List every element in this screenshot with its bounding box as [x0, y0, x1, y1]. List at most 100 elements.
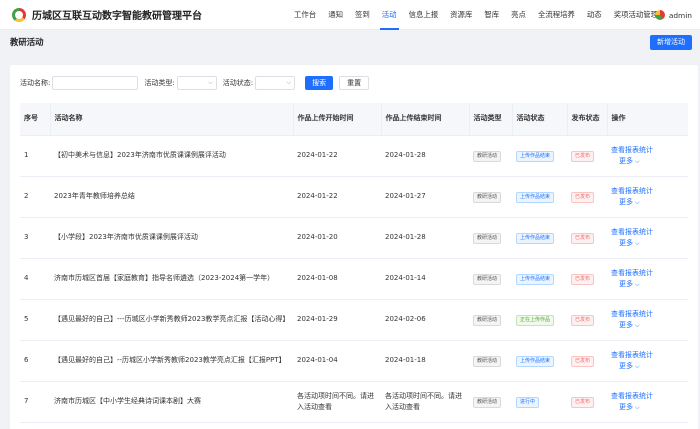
view-report-link[interactable]: 查看报表统计 — [611, 227, 684, 238]
activity-status-badge: 上传作品结束 — [516, 273, 555, 285]
activity-name-input[interactable] — [52, 76, 139, 90]
search-button[interactable]: 搜索 — [305, 76, 334, 90]
activity-status-badge: 正在上传作品 — [516, 314, 555, 326]
publish-status-cell: 已发布 — [567, 176, 607, 218]
upload-start-time: 2024-01-22 — [293, 176, 381, 218]
operations-cell: 查看报表统计 更多 ⌵ — [607, 258, 688, 300]
more-label: 更多 — [619, 197, 633, 206]
more-dropdown[interactable]: 更多 ⌵ — [619, 361, 684, 372]
more-dropdown[interactable]: 更多 ⌵ — [619, 279, 684, 290]
more-label: 更多 — [619, 402, 633, 411]
more-dropdown[interactable]: 更多 ⌵ — [619, 197, 684, 208]
upload-end-time: 2024-01-14 — [381, 258, 469, 300]
activity-status-select[interactable]: ⌵ — [255, 76, 296, 90]
activity-type-badge: 教研活动 — [473, 273, 502, 285]
more-label: 更多 — [619, 320, 633, 329]
activity-status-cell: 上传作品结束 — [512, 176, 567, 218]
more-dropdown[interactable]: 更多 ⌵ — [619, 238, 684, 249]
more-label: 更多 — [619, 238, 633, 247]
activity-status-cell: 上传作品结束 — [512, 135, 567, 177]
activity-name-label: 活动名称: — [20, 79, 51, 87]
view-report-link[interactable]: 查看报表统计 — [611, 186, 684, 197]
user-menu[interactable]: admin — [654, 0, 692, 30]
activity-type-badge: 教研活动 — [473, 396, 502, 408]
more-dropdown[interactable]: 更多 ⌵ — [619, 320, 684, 331]
main-nav: 工作台 通知 签到 活动 信息上报 资源库 智库 亮点 全流程培养 动态 奖项活… — [288, 0, 664, 30]
col-header: 序号 — [20, 103, 51, 136]
more-dropdown[interactable]: 更多 ⌵ — [619, 156, 684, 167]
col-header: 作品上传结束时间 — [381, 103, 470, 136]
upload-end-time: 各活动项时间不同。请进入活动查看 — [381, 381, 469, 423]
activity-name: 2023年青年教师培养总结 — [50, 176, 293, 218]
publish-status-badge: 已发布 — [571, 355, 595, 367]
publish-status-cell: 已发布 — [567, 135, 607, 177]
activity-status-cell: 上传作品结束 — [512, 340, 567, 382]
publish-status-badge: 已发布 — [571, 314, 595, 326]
upload-start-time: 2024-01-20 — [293, 217, 381, 259]
view-report-link[interactable]: 查看报表统计 — [611, 145, 684, 156]
activity-type-label: 活动类型: — [144, 79, 175, 87]
row-number: 7 — [20, 381, 50, 423]
nav-item-report[interactable]: 信息上报 — [403, 0, 445, 30]
activity-type-select[interactable]: ⌵ — [176, 76, 217, 90]
operations-cell: 查看报表统计 更多 ⌵ — [607, 299, 688, 341]
chevron-down-icon: ⌵ — [208, 79, 213, 86]
app-title: 历城区互联互动数字智能教研管理平台 — [32, 11, 202, 22]
activity-type-cell: 教研活动 — [469, 258, 512, 300]
publish-status-badge: 已发布 — [571, 191, 595, 203]
activity-status-cell: 正在上传作品 — [512, 299, 567, 341]
add-activity-button[interactable]: 新增活动 — [650, 35, 692, 50]
col-header: 活动类型 — [469, 103, 513, 136]
chevron-down-icon: ⌵ — [635, 157, 640, 165]
activity-type-badge: 教研活动 — [473, 355, 502, 367]
view-report-link[interactable]: 查看报表统计 — [611, 268, 684, 279]
table-row: 6 【遇见最好的自己】--历城区小学新秀教师2023教学亮点汇报【汇报PPT】 20… — [20, 340, 688, 382]
activity-type-cell: 教研活动 — [469, 135, 512, 177]
activity-status-badge: 上传作品结束 — [516, 150, 555, 162]
view-report-link[interactable]: 查看报表统计 — [611, 350, 684, 361]
view-report-link[interactable]: 查看报表统计 — [611, 391, 684, 402]
row-number: 2 — [20, 176, 50, 218]
operations-cell: 查看报表统计 更多 ⌵ — [607, 217, 688, 259]
nav-item-news[interactable]: 动态 — [581, 0, 608, 30]
nav-item-highlights[interactable]: 亮点 — [505, 0, 532, 30]
reset-button[interactable]: 重置 — [339, 76, 370, 90]
operations-cell: 查看报表统计 更多 ⌵ — [607, 340, 688, 382]
row-number: 1 — [20, 135, 50, 177]
platform-logo-icon — [12, 7, 26, 22]
nav-item-activity[interactable]: 活动 — [376, 0, 403, 30]
table-row: 5 【遇见最好的自己】---历城区小学新秀教师2023教学亮点汇报【活动心得】 20… — [20, 299, 688, 341]
upload-start-time: 各活动项时间不同。请进入活动查看 — [293, 381, 381, 423]
nav-item-notice[interactable]: 通知 — [322, 0, 349, 30]
top-navbar: 历城区互联互动数字智能教研管理平台 工作台 通知 签到 活动 信息上报 资源库 … — [0, 0, 700, 30]
nav-item-thinktank[interactable]: 智库 — [478, 0, 505, 30]
activity-name: 【遇见最好的自己】---历城区小学新秀教师2023教学亮点汇报【活动心得】 — [50, 299, 293, 341]
row-number: 5 — [20, 299, 50, 341]
upload-start-time: 2024-01-04 — [293, 340, 381, 382]
publish-status-cell: 已发布 — [567, 340, 607, 382]
activity-status-badge: 上传作品结束 — [516, 191, 555, 203]
col-header: 活动名称 — [50, 103, 294, 136]
nav-item-workbench[interactable]: 工作台 — [288, 0, 322, 30]
more-dropdown[interactable]: 更多 ⌵ — [619, 402, 684, 413]
activity-status-label: 活动状态: — [222, 79, 254, 87]
publish-status-cell: 已发布 — [567, 299, 607, 341]
upload-start-time: 2024-01-29 — [293, 299, 381, 341]
activity-type-cell: 教研活动 — [469, 340, 512, 382]
publish-status-cell: 已发布 — [567, 258, 607, 300]
nav-item-training[interactable]: 全流程培养 — [532, 0, 581, 30]
chevron-down-icon: ⌵ — [635, 403, 640, 411]
upload-start-time: 2024-01-22 — [293, 135, 381, 177]
nav-item-checkin[interactable]: 签到 — [349, 0, 376, 30]
row-number: 4 — [20, 258, 50, 300]
upload-end-time: 2024-02-06 — [381, 299, 469, 341]
view-report-link[interactable]: 查看报表统计 — [611, 309, 684, 320]
publish-status-badge: 已发布 — [571, 150, 595, 162]
row-number: 6 — [20, 340, 50, 382]
operations-cell: 查看报表统计 更多 ⌵ — [607, 381, 688, 423]
table-row: 1 【初中美术与信息】2023年济南市优质课课例展评活动 2024-01-22 202… — [20, 135, 688, 177]
nav-item-resources[interactable]: 资源库 — [444, 0, 478, 30]
activity-type-badge: 教研活动 — [473, 314, 502, 326]
table-row: 3 【小学段】2023年济南市优质课课例展评活动 2024-01-20 2024-01… — [20, 217, 688, 259]
publish-status-badge: 已发布 — [571, 396, 595, 408]
